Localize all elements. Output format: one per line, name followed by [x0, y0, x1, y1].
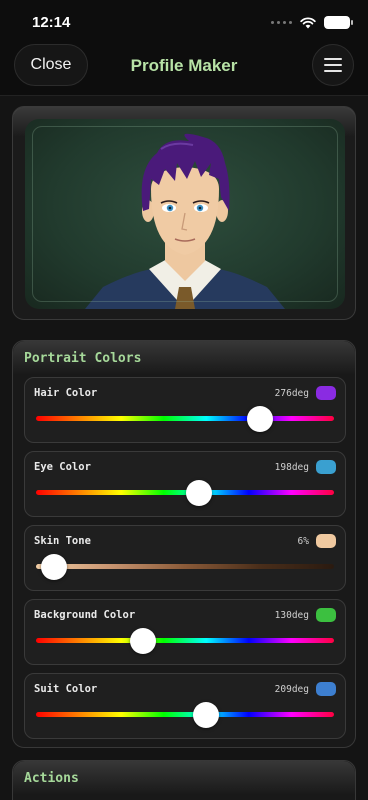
portrait-preview: [25, 119, 345, 309]
hair-color-slider-row: Hair Color 276deg: [24, 377, 346, 443]
color-swatch: [316, 460, 336, 474]
section-title: Portrait Colors: [24, 351, 142, 366]
slider-value: 130deg: [274, 610, 309, 621]
slider-track[interactable]: [36, 564, 334, 569]
color-swatch: [316, 386, 336, 400]
slider-label: Suit Color: [34, 683, 98, 695]
slider-label: Hair Color: [34, 387, 98, 399]
status-icons: [271, 16, 353, 29]
slider-label: Background Color: [34, 609, 136, 621]
slider-thumb[interactable]: [130, 628, 157, 654]
slider-track[interactable]: [36, 416, 334, 421]
color-swatch: [316, 534, 336, 548]
status-time: 12:14: [32, 14, 71, 31]
slider-value: 6%: [297, 536, 309, 547]
slider-track[interactable]: [36, 490, 334, 495]
slider-label: Eye Color: [34, 461, 91, 473]
skin-tone-slider-row: Skin Tone 6%: [24, 525, 346, 591]
slider-thumb[interactable]: [193, 702, 220, 728]
section-title: Actions: [24, 771, 79, 786]
eye-color-slider-row: Eye Color 198deg: [24, 451, 346, 517]
slider-thumb[interactable]: [247, 406, 274, 432]
slider-track[interactable]: [36, 712, 334, 717]
slider-value: 198deg: [274, 462, 309, 473]
color-swatch: [316, 608, 336, 622]
slider-track[interactable]: [36, 638, 334, 643]
menu-button[interactable]: [312, 44, 354, 86]
nav-bar: Close Profile Maker: [0, 44, 368, 96]
status-bar: 12:14: [0, 0, 368, 44]
slider-thumb[interactable]: [40, 554, 67, 580]
portrait-frame: [32, 126, 338, 302]
wifi-icon: [300, 16, 316, 28]
portrait-card: [12, 106, 356, 320]
portrait-colors-panel: Portrait Colors Hair Color 276deg Eye Co…: [12, 340, 356, 748]
suit-color-slider-row: Suit Color 209deg: [24, 673, 346, 739]
actions-panel: Actions: [12, 760, 356, 800]
battery-icon: [324, 16, 353, 29]
slider-thumb[interactable]: [186, 480, 212, 506]
slider-value: 276deg: [274, 388, 309, 399]
slider-label: Skin Tone: [34, 535, 91, 547]
signal-icon: [271, 21, 292, 24]
background-color-slider-row: Background Color 130deg: [24, 599, 346, 665]
color-swatch: [316, 682, 336, 696]
menu-icon: [324, 58, 342, 60]
slider-value: 209deg: [274, 684, 309, 695]
